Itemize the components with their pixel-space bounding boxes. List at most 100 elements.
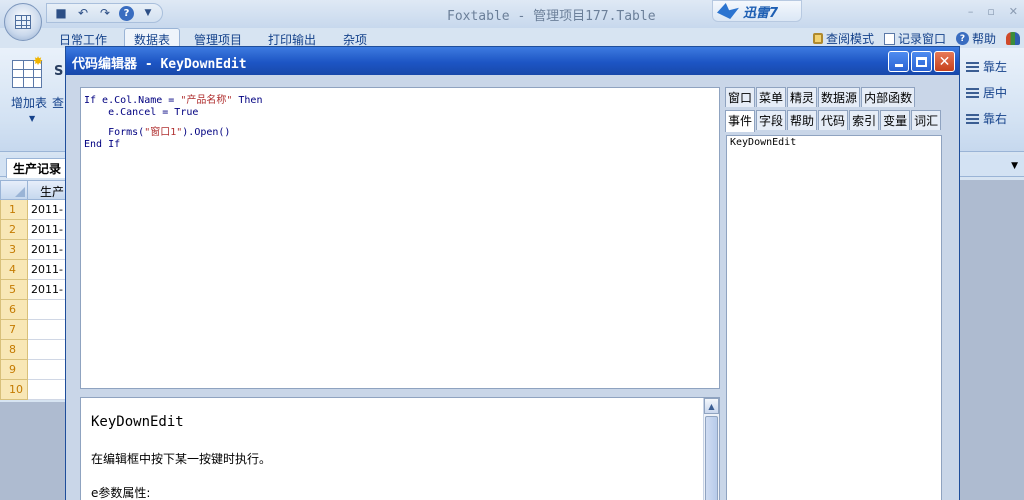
event-list[interactable]: KeyDownEdit (726, 135, 942, 500)
help-title: KeyDownEdit (91, 414, 184, 430)
side-tab[interactable]: 代码 (818, 110, 849, 130)
side-tab[interactable]: 事件 (725, 110, 756, 132)
side-tab[interactable]: 精灵 (787, 87, 818, 107)
align-left-icon (966, 61, 979, 72)
help-description: 在编辑框中按下某一按键时执行。 (91, 452, 272, 466)
code-editor[interactable]: If e.Col.Name = "产品名称" Then e.Cancel = T… (80, 87, 720, 389)
users-icon[interactable] (1006, 32, 1020, 45)
xunlei-badge[interactable]: 迅雷7 (712, 0, 802, 22)
side-tab[interactable]: 菜单 (756, 87, 787, 107)
save-icon[interactable]: ■ (53, 5, 69, 21)
close-button[interactable]: ✕ (1009, 5, 1018, 18)
align-center-label: 居中 (983, 86, 1008, 100)
side-tabs-row-1: 窗口 菜单 精灵 数据源 内部函数 (725, 87, 945, 108)
align-left-button[interactable]: 靠左 (966, 58, 1007, 75)
table-row[interactable]: 6 (0, 300, 66, 320)
document-icon (883, 32, 895, 45)
align-right-button[interactable]: 靠右 (966, 110, 1007, 127)
table-row[interactable]: 1 2011- (0, 200, 66, 220)
table-cell[interactable]: 2011- (28, 260, 66, 280)
table-cell[interactable] (28, 320, 66, 340)
table-row[interactable]: 5 2011- (0, 280, 66, 300)
align-group: 靠左 居中 靠右 (966, 58, 1007, 127)
table-row[interactable]: 2 2011- (0, 220, 66, 240)
dialog-title: 代码编辑器 - KeyDownEdit (72, 57, 247, 72)
record-window-label: 记录窗口 (897, 32, 946, 46)
row-number[interactable]: 1 (0, 200, 28, 220)
help-scrollbar[interactable]: ▲ (703, 398, 719, 500)
table-row[interactable]: 4 2011- (0, 260, 66, 280)
ribbon-right-toolbar: 查阅模式 记录窗口 ? 帮助 (812, 30, 1020, 47)
app-orb-button[interactable] (4, 3, 42, 41)
side-tab[interactable]: 窗口 (725, 87, 756, 107)
row-number[interactable]: 3 (0, 240, 28, 260)
xunlei-label: 迅雷7 (743, 5, 779, 21)
read-mode-button[interactable]: 查阅模式 (812, 30, 874, 47)
table-row[interactable]: 7 (0, 320, 66, 340)
dialog-close-button[interactable]: ✕ (934, 51, 955, 72)
side-tab[interactable]: 索引 (849, 110, 880, 130)
scroll-up-icon[interactable]: ▲ (704, 398, 719, 414)
table-cell[interactable] (28, 340, 66, 360)
table-cell[interactable] (28, 300, 66, 320)
help-button[interactable]: ? 帮助 (955, 30, 996, 47)
scroll-thumb[interactable] (705, 416, 718, 500)
table-cell[interactable] (28, 380, 66, 400)
table-cell[interactable]: 2011- (28, 220, 66, 240)
new-star-icon: ✸ (33, 54, 44, 68)
record-window-button[interactable]: 记录窗口 (883, 30, 946, 47)
help-icon[interactable]: ? (119, 5, 134, 21)
lock-icon (812, 33, 823, 44)
data-grid: 生产 1 2011- 2 2011- 3 2011- 4 2011- 5 2011- 6 7 8 9 10 (0, 180, 66, 400)
table-icon (15, 15, 31, 29)
customize-toolbar-icon[interactable]: ▼ (140, 5, 156, 21)
dialog-titlebar[interactable]: 代码编辑器 - KeyDownEdit ✕ (66, 47, 959, 75)
grid-empty-area (0, 402, 66, 500)
help-param-heading: e参数属性: (91, 486, 151, 500)
table-row[interactable]: 3 2011- (0, 240, 66, 260)
table-cell[interactable] (28, 360, 66, 380)
table-row[interactable]: 8 (0, 340, 66, 360)
add-table-label: 增加表 (11, 96, 48, 110)
code-line: If e.Col.Name = "产品名称" Then (84, 95, 263, 106)
row-number[interactable]: 4 (0, 260, 28, 280)
row-number[interactable]: 2 (0, 220, 28, 240)
minimize-button[interactable]: – (968, 5, 974, 18)
table-row[interactable]: 10 (0, 380, 66, 400)
row-number[interactable]: 7 (0, 320, 28, 340)
side-tab[interactable]: 内部函数 (861, 87, 916, 107)
table-cell[interactable]: 2011- (28, 200, 66, 220)
undo-icon[interactable]: ↶ (75, 5, 91, 21)
list-item[interactable]: KeyDownEdit (730, 137, 938, 148)
app-title: Foxtable - 管理项目177.Table (447, 9, 656, 24)
ribbon-partial-label: 查 (52, 96, 65, 110)
row-number[interactable]: 8 (0, 340, 28, 360)
editor-splitter[interactable] (80, 390, 720, 396)
app-right-empty-area (960, 180, 1024, 500)
side-tabs-row-2: 事件 字段 帮助 代码 索引 变量 词汇 (725, 110, 945, 132)
column-header[interactable]: 生产 (28, 180, 66, 200)
row-number[interactable]: 6 (0, 300, 28, 320)
redo-icon[interactable]: ↷ (97, 5, 113, 21)
dialog-minimize-button[interactable] (888, 51, 909, 72)
dialog-maximize-button[interactable] (911, 51, 932, 72)
row-number[interactable]: 9 (0, 360, 28, 380)
side-tab[interactable]: 帮助 (787, 110, 818, 130)
row-number[interactable]: 5 (0, 280, 28, 300)
table-cell[interactable]: 2011- (28, 240, 66, 260)
side-tab[interactable]: 数据源 (818, 87, 861, 107)
table-cell[interactable]: 2011- (28, 280, 66, 300)
side-tab[interactable]: 变量 (880, 110, 911, 130)
table-row[interactable]: 9 (0, 360, 66, 380)
row-number[interactable]: 10 (0, 380, 28, 400)
sheet-dropdown-icon[interactable]: ▼ (1011, 161, 1018, 171)
align-right-label: 靠右 (983, 112, 1008, 126)
sheet-tab[interactable]: 生产记录 (6, 158, 69, 178)
restore-button[interactable]: ▫ (987, 5, 994, 18)
side-tab[interactable]: 字段 (756, 110, 787, 130)
maximize-icon (916, 56, 927, 67)
select-all-corner[interactable] (0, 180, 28, 200)
align-center-button[interactable]: 居中 (966, 84, 1007, 101)
minimize-icon (894, 64, 903, 67)
side-tab[interactable]: 词汇 (911, 110, 942, 130)
